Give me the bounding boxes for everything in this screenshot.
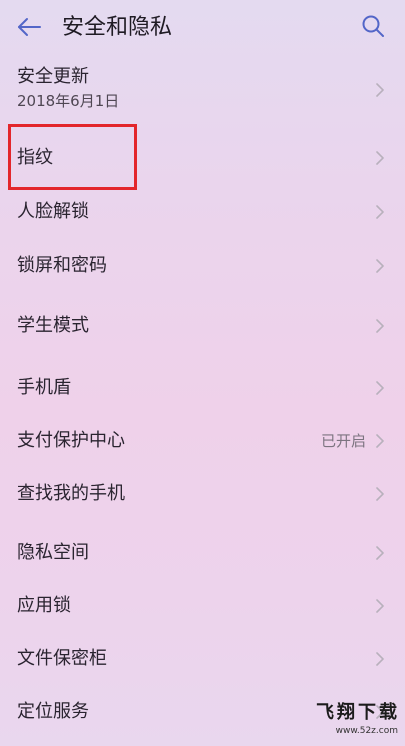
chevron-right-icon (376, 380, 384, 395)
settings-item-student-mode[interactable]: 学生模式 (0, 299, 405, 353)
chevron-right-icon (376, 545, 384, 560)
item-label: 应用锁 (17, 594, 71, 616)
settings-group: 手机盾 支付保护中心 已开启 查找我的手机 (0, 361, 405, 520)
item-subtitle: 2018年6月1日 (17, 92, 120, 110)
settings-group: 学生模式 (0, 299, 405, 353)
chevron-right-icon (376, 486, 384, 501)
security-privacy-screen: { "header": { "title": "安全和隐私", "back_ic… (0, 0, 405, 746)
item-label: 指纹 (17, 147, 53, 168)
settings-item-security-update[interactable]: 安全更新 2018年6月1日 (0, 56, 405, 124)
watermark-url: www.52z.com (335, 726, 398, 736)
item-label: 查找我的手机 (17, 482, 125, 504)
item-label: 支付保护中心 (17, 429, 125, 451)
chevron-right-icon (376, 433, 384, 448)
chevron-right-icon (376, 205, 384, 219)
settings-item-fingerprint[interactable]: 指纹 (0, 131, 405, 185)
settings-item-find-my-phone[interactable]: 查找我的手机 (0, 467, 405, 520)
settings-item-private-space[interactable]: 隐私空间 (0, 526, 405, 579)
chevron-right-icon (376, 83, 384, 97)
settings-item-app-lock[interactable]: 应用锁 (0, 579, 405, 632)
item-label: 人脸解锁 (17, 201, 89, 222)
app-bar: 安全和隐私 (0, 0, 405, 56)
settings-item-face-unlock[interactable]: 人脸解锁 (0, 185, 405, 239)
settings-item-file-safe[interactable]: 文件保密柜 (0, 632, 405, 685)
settings-item-phone-shield[interactable]: 手机盾 (0, 361, 405, 414)
page-title: 安全和隐私 (62, 15, 173, 40)
settings-group: 指纹 人脸解锁 锁屏和密码 (0, 131, 405, 293)
chevron-right-icon (376, 598, 384, 613)
chevron-right-icon (376, 651, 384, 666)
chevron-right-icon (376, 259, 384, 273)
item-label: 锁屏和密码 (17, 255, 107, 276)
settings-group: 安全更新 2018年6月1日 (0, 56, 405, 124)
chevron-right-icon (376, 319, 384, 333)
item-label: 手机盾 (17, 376, 71, 398)
settings-item-payment-protection[interactable]: 支付保护中心 已开启 (0, 414, 405, 467)
settings-list: 安全更新 2018年6月1日 指纹 人脸解锁 锁屏和密码 学生模式 手机盾 支付… (0, 56, 405, 738)
chevron-right-icon (376, 151, 384, 165)
watermark: 飞翔下载 www.52z.com (310, 701, 400, 743)
settings-item-lock-screen-password[interactable]: 锁屏和密码 (0, 239, 405, 293)
item-label: 文件保密柜 (17, 647, 107, 669)
item-label: 学生模式 (17, 315, 89, 336)
arrow-left-icon[interactable] (16, 17, 42, 37)
item-label: 定位服务 (17, 700, 89, 722)
item-label: 隐私空间 (17, 541, 89, 563)
watermark-brand: 飞翔下载 (316, 702, 400, 723)
search-icon[interactable] (360, 13, 386, 39)
status-value: 已开启 (320, 431, 366, 450)
item-label: 安全更新 (17, 66, 89, 87)
